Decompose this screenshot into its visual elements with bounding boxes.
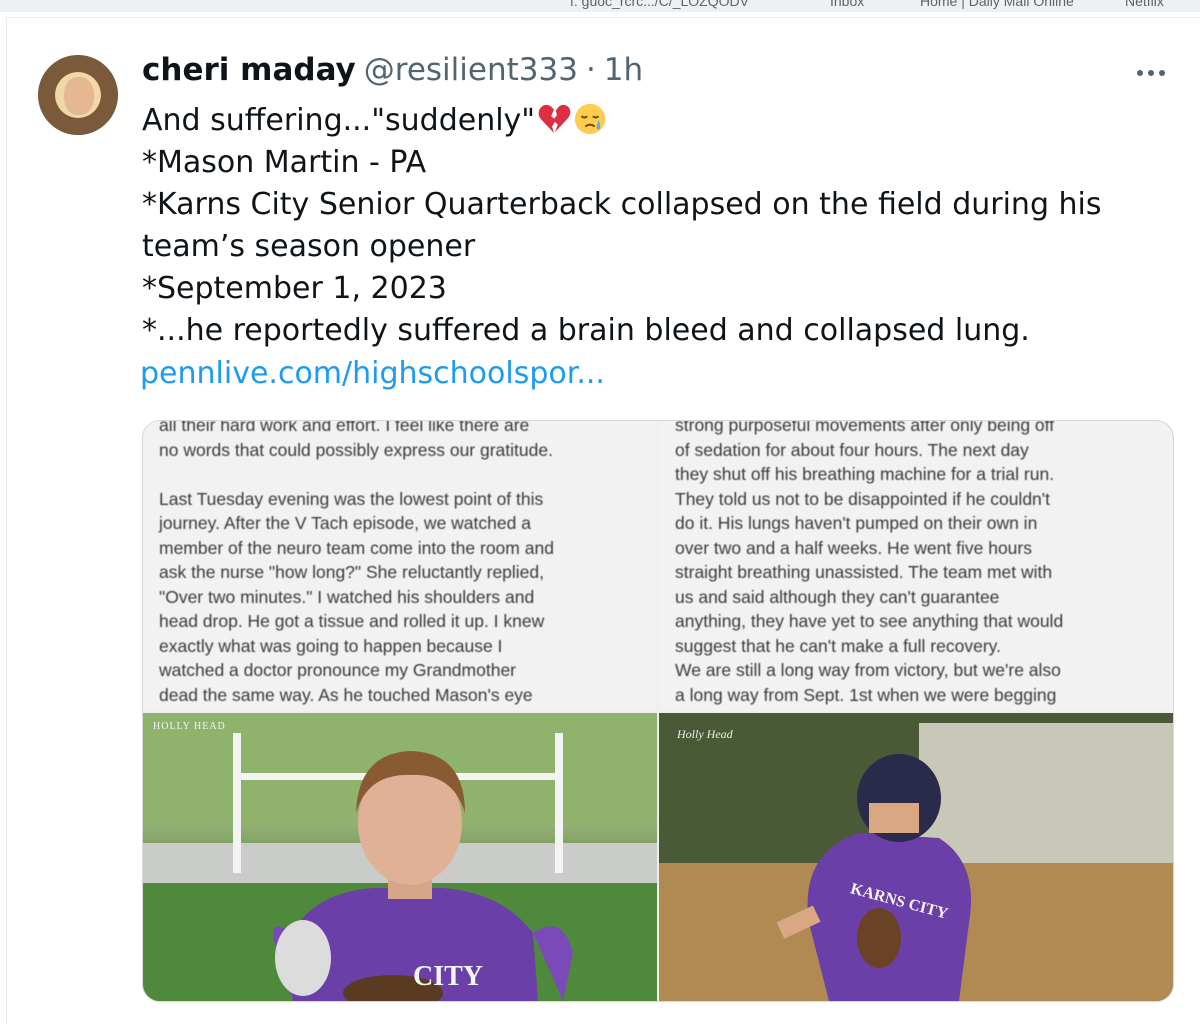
- letter-line: a long way from Sept. 1st when we were b…: [675, 684, 1057, 705]
- letter-line: anything, they have yet to see anything …: [675, 611, 1064, 631]
- avatar[interactable]: [38, 55, 118, 135]
- letter-line: They told us not to be disappointed if h…: [675, 488, 1050, 509]
- letter-line: suggest that he can't make a full recove…: [675, 635, 1001, 656]
- separator-dot: ·: [585, 52, 596, 88]
- letter-image-right[interactable]: strong purposeful movements after only b…: [659, 421, 1173, 711]
- letter-line: strong purposeful movements after only b…: [675, 421, 1055, 435]
- letter-image-left[interactable]: all their hard work and effort. I feel l…: [143, 421, 657, 711]
- player-portrait-photo[interactable]: HOLLY HEAD CITY: [143, 713, 657, 1001]
- tweet-text-line: *September 1, 2023: [142, 271, 447, 306]
- more-dot-icon: [1137, 70, 1143, 76]
- letter-line: no words that could possibly express our…: [159, 439, 553, 460]
- letter-line: We are still a long way from victory, bu…: [675, 660, 1061, 680]
- sad-relieved-face-icon: [574, 103, 606, 135]
- watermark-left: HOLLY HEAD: [153, 721, 226, 732]
- bookmark-item[interactable]: Home | Daily Mail Online: [920, 0, 1074, 9]
- letter-line: [159, 462, 649, 487]
- media-grid[interactable]: all their hard work and effort. I feel l…: [142, 420, 1174, 1002]
- letter-line: dead the same way. As he touched Mason's…: [159, 684, 533, 705]
- letter-line: head drop. He got a tissue and rolled it…: [159, 611, 545, 631]
- tweet-text-line: *...he reportedly suffered a brain bleed…: [142, 313, 1030, 348]
- user-handle[interactable]: @resilient333: [364, 52, 578, 88]
- bookmark-item[interactable]: Inbox: [830, 0, 864, 9]
- letter-line: exactly what was going to happen because…: [159, 635, 503, 656]
- letter-line: journey. After the V Tach episode, we wa…: [159, 513, 531, 533]
- letter-line: do it. His lungs haven't pumped on their…: [675, 513, 1038, 533]
- letter-line: of sedation for about four hours. The ne…: [675, 439, 1029, 460]
- tweet-text-line: And suffering..."suddenly": [142, 100, 1152, 142]
- letter-text-right: strong purposeful movements after only b…: [675, 421, 1165, 707]
- tweet-link[interactable]: pennlive.com/highschoolspor...: [140, 356, 605, 391]
- tweet-text: And suffering..."suddenly" *Mason Martin…: [142, 100, 1152, 352]
- more-dot-icon: [1148, 70, 1154, 76]
- tweet-text-line: team’s season opener: [142, 229, 476, 264]
- display-name[interactable]: cheri maday: [142, 52, 356, 88]
- tweet-text-line: *Karns City Senior Quarterback collapsed…: [142, 187, 1102, 222]
- tweet-text-segment: And suffering..."suddenly": [142, 103, 536, 138]
- letter-line: "Over two minutes." I watched his should…: [159, 586, 535, 607]
- tweet-text-line: *Mason Martin - PA: [142, 145, 427, 180]
- letter-line: member of the neuro team come into the r…: [159, 537, 554, 558]
- player-portrait-illustration: [143, 713, 657, 1001]
- timestamp[interactable]: 1h: [604, 52, 643, 88]
- letter-line: all their hard work and effort. I feel l…: [159, 421, 530, 435]
- letter-line: over two and a half weeks. He went five …: [675, 537, 1032, 558]
- bookmarks-bar: f: guoc_rcrc.../C/_LOZQODV Inbox Home | …: [0, 0, 1200, 12]
- bookmark-item[interactable]: Netflix: [1125, 0, 1164, 9]
- letter-line: ask the nurse "how long?" She reluctantl…: [159, 562, 545, 582]
- player-action-illustration: [659, 713, 1173, 1001]
- letter-line: watched a doctor pronounce my Grandmothe…: [159, 660, 516, 680]
- more-options-button[interactable]: [1131, 58, 1171, 88]
- more-dot-icon: [1159, 70, 1165, 76]
- broken-heart-icon: [538, 104, 571, 134]
- watermark-right: Holly Head: [677, 727, 733, 741]
- letter-line: Last Tuesday evening was the lowest poin…: [159, 488, 544, 509]
- player-action-photo[interactable]: Holly Head KARNS CITY: [659, 713, 1173, 1001]
- jersey-text-left: CITY: [413, 961, 484, 992]
- letter-line: straight breathing unassisted. The team …: [675, 562, 1053, 582]
- avatar-face: [64, 77, 94, 115]
- tweet-header: cheri maday @resilient333 · 1h: [142, 52, 643, 92]
- letter-text-left: all their hard work and effort. I feel l…: [159, 421, 649, 707]
- bookmark-item[interactable]: f: guoc_rcrc.../C/_LOZQODV: [570, 0, 749, 9]
- letter-line: they shut off his breathing machine for …: [675, 464, 1055, 484]
- letter-line: us and said although they can't guarante…: [675, 586, 1000, 607]
